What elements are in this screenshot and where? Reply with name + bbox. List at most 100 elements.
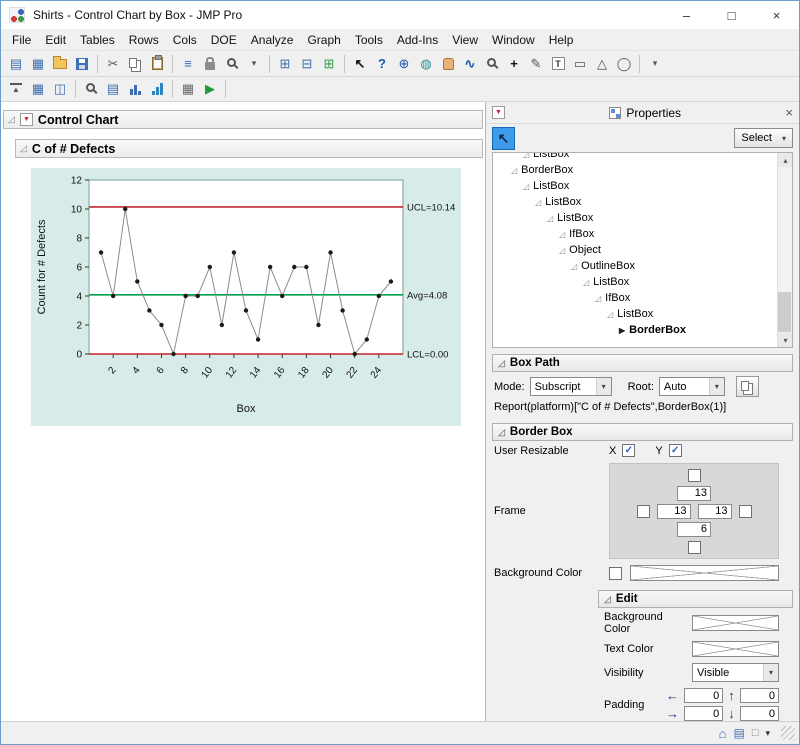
- menu-view[interactable]: View: [445, 31, 485, 49]
- copy-path-button[interactable]: [736, 376, 759, 397]
- query-builder-icon[interactable]: [80, 79, 102, 99]
- data-point[interactable]: [135, 279, 139, 283]
- tree-node-object[interactable]: ◿Object: [493, 242, 776, 258]
- expanded-triangle-icon[interactable]: ◿: [607, 310, 613, 319]
- frame-bottom-checkbox[interactable]: [688, 541, 701, 554]
- run-script-icon[interactable]: ▶: [199, 79, 221, 99]
- data-point[interactable]: [340, 308, 344, 312]
- script-icon[interactable]: ≡: [177, 54, 199, 74]
- distribution-icon[interactable]: [124, 79, 146, 99]
- padding-right-field[interactable]: 0: [684, 706, 723, 721]
- padding-left-field[interactable]: 0: [684, 688, 723, 703]
- data-point[interactable]: [99, 250, 103, 254]
- red-triangle-menu-icon[interactable]: ▼: [20, 113, 33, 126]
- open-icon[interactable]: [49, 54, 71, 74]
- expanded-triangle-icon[interactable]: ◿: [571, 262, 577, 271]
- expanded-triangle-icon[interactable]: ◿: [535, 198, 541, 207]
- arrow-tool-icon[interactable]: ↖: [349, 54, 371, 74]
- ellipse-tool-icon[interactable]: ◯: [613, 54, 635, 74]
- arrow-select-tool-button[interactable]: ↖: [492, 127, 515, 150]
- toolbar-overflow-icon[interactable]: ▾: [644, 54, 666, 74]
- data-point[interactable]: [195, 294, 199, 298]
- background-color-swatch[interactable]: [630, 565, 779, 581]
- background-color-checkbox[interactable]: [609, 567, 622, 580]
- collapsed-triangle-icon[interactable]: ▶: [619, 326, 625, 335]
- menu-analyze[interactable]: Analyze: [244, 31, 301, 49]
- tree-node-borderbox[interactable]: ◿BorderBox: [493, 162, 776, 178]
- save-icon[interactable]: [71, 54, 93, 74]
- expanded-triangle-icon[interactable]: ◿: [559, 246, 565, 255]
- journal-window-icon[interactable]: ⊞: [274, 54, 296, 74]
- expanded-triangle-icon[interactable]: ◿: [511, 166, 517, 175]
- data-point[interactable]: [365, 337, 369, 341]
- menu-edit[interactable]: Edit: [38, 31, 73, 49]
- tree-node-listbox[interactable]: ◿ListBox: [493, 178, 776, 194]
- expanded-triangle-icon[interactable]: ◿: [583, 278, 589, 287]
- tree-node-ifbox[interactable]: ◿IfBox: [493, 226, 776, 242]
- column-info-icon[interactable]: ▤: [102, 79, 124, 99]
- close-button[interactable]: ×: [754, 1, 799, 29]
- magnifier-tool-icon[interactable]: [481, 54, 503, 74]
- tree-node-borderbox[interactable]: ▶BorderBox: [493, 322, 776, 338]
- mode-select[interactable]: Subscript ▾: [530, 377, 612, 396]
- tree-scrollbar[interactable]: ▴ ▾: [777, 153, 792, 347]
- minimize-button[interactable]: –: [664, 1, 709, 29]
- paste-icon[interactable]: [146, 54, 168, 74]
- rect-tool-icon[interactable]: ▭: [569, 54, 591, 74]
- status-caret-icon[interactable]: ▾: [765, 728, 770, 739]
- control-chart[interactable]: 02468101224681012141618202224UCL=10.14Av…: [31, 168, 461, 426]
- frame-right-field[interactable]: 13: [698, 504, 732, 519]
- tree-node-listbox[interactable]: ◿ListBox: [493, 274, 776, 290]
- data-point[interactable]: [280, 294, 284, 298]
- journal-icon[interactable]: ▤: [733, 726, 744, 740]
- copy-icon[interactable]: [124, 54, 146, 74]
- expanded-triangle-icon[interactable]: ◿: [595, 294, 601, 303]
- text-annotate-tool-icon[interactable]: T: [547, 54, 569, 74]
- x-resizable-checkbox[interactable]: [622, 444, 635, 457]
- layout-window-icon[interactable]: ⊟: [296, 54, 318, 74]
- data-point[interactable]: [159, 323, 163, 327]
- scrollbar-thumb[interactable]: [778, 292, 791, 332]
- lasso-tool-icon[interactable]: ∿: [459, 54, 481, 74]
- split-window-icon[interactable]: ◫: [49, 79, 71, 99]
- cut-icon[interactable]: ✂: [102, 54, 124, 74]
- search-icon[interactable]: [221, 54, 243, 74]
- padding-bottom-field[interactable]: 0: [740, 706, 779, 721]
- data-point[interactable]: [316, 323, 320, 327]
- menu-rows[interactable]: Rows: [122, 31, 166, 49]
- expanded-triangle-icon[interactable]: ◿: [523, 152, 529, 159]
- pencil-tool-icon[interactable]: ✎: [525, 54, 547, 74]
- menu-tables[interactable]: Tables: [73, 31, 122, 49]
- disclosure-triangle-icon[interactable]: ◿: [20, 143, 27, 154]
- plot-area[interactable]: [89, 180, 403, 354]
- data-point[interactable]: [352, 352, 356, 356]
- data-point[interactable]: [123, 207, 127, 211]
- tree-node-listbox[interactable]: ◿ListBox: [493, 152, 776, 162]
- help-tool-icon[interactable]: ?: [371, 54, 393, 74]
- y-resizable-checkbox[interactable]: [669, 444, 682, 457]
- menu-window[interactable]: Window: [485, 31, 542, 49]
- frame-left-field[interactable]: 13: [657, 504, 691, 519]
- scroll-down-icon[interactable]: ▾: [778, 333, 793, 347]
- data-point[interactable]: [328, 250, 332, 254]
- menu-graph[interactable]: Graph: [300, 31, 347, 49]
- crosshair-tool-icon[interactable]: ⊕: [393, 54, 415, 74]
- add-to-journal-icon[interactable]: ⊞: [318, 54, 340, 74]
- control-chart-svg[interactable]: 02468101224681012141618202224UCL=10.14Av…: [31, 168, 461, 426]
- data-point[interactable]: [256, 337, 260, 341]
- frame-top-checkbox[interactable]: [688, 469, 701, 482]
- data-point[interactable]: [389, 279, 393, 283]
- tree-node-listbox[interactable]: ◿ListBox: [493, 306, 776, 322]
- frame-top-field[interactable]: 13: [677, 486, 711, 501]
- frame-bottom-field[interactable]: 6: [677, 522, 711, 537]
- select-button[interactable]: Select ▾: [734, 128, 793, 148]
- window-list-icon[interactable]: □: [752, 727, 759, 739]
- disclosure-triangle-icon[interactable]: ◿: [498, 427, 505, 438]
- data-point[interactable]: [292, 265, 296, 269]
- data-point[interactable]: [147, 308, 151, 312]
- data-point[interactable]: [111, 294, 115, 298]
- tree-node-outlinebox[interactable]: ◿OutlineBox: [493, 258, 776, 274]
- root-select[interactable]: Auto ▾: [659, 377, 725, 396]
- disclosure-triangle-icon[interactable]: ◿: [498, 358, 505, 369]
- polygon-tool-icon[interactable]: △: [591, 54, 613, 74]
